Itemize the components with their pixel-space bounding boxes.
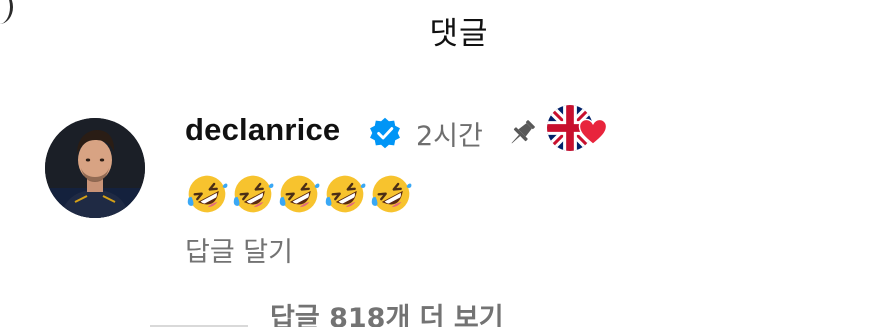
page-title: 댓글: [429, 16, 489, 52]
reply-button[interactable]: 답글 달기: [185, 230, 293, 269]
username[interactable]: declanrice: [185, 112, 340, 148]
red-heart-icon: [578, 118, 608, 146]
verified-badge-icon: [370, 117, 400, 149]
comment-item: declanrice 2시간 답글 달기: [45, 105, 865, 278]
user-avatar[interactable]: [45, 118, 145, 218]
comment-time: 2시간: [416, 121, 483, 152]
rolling-on-floor-laughing-emoji: [279, 175, 320, 213]
rolling-on-floor-laughing-emoji: [325, 175, 366, 213]
view-more-replies-label[interactable]: 답글 818개 더 보기: [270, 296, 504, 327]
rolling-on-floor-laughing-emoji: [233, 175, 274, 213]
comments-screen: 댓글 declanrice 2시간 답글 달기 답글 818개 더 보기: [0, 0, 888, 327]
comment-text: [185, 172, 415, 216]
rolling-on-floor-laughing-emoji: [187, 175, 228, 213]
pin-icon: [511, 120, 535, 144]
avatar-image: [45, 118, 145, 218]
rolling-on-floor-laughing-emoji: [371, 175, 412, 213]
